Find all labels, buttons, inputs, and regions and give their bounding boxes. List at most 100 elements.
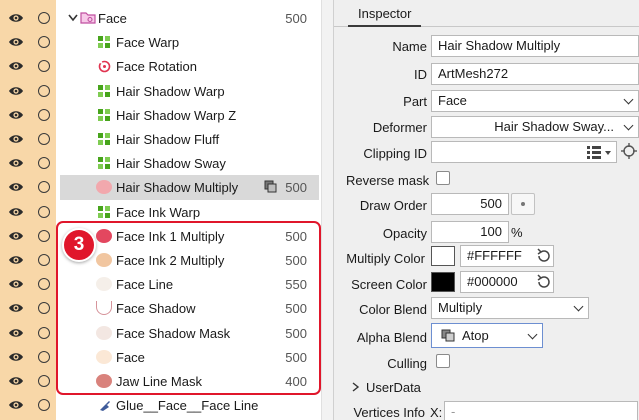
draw-order-label: Draw Order <box>359 198 427 213</box>
opacity-unit: % <box>511 225 523 240</box>
deformer-select[interactable]: Hair Shadow Sway... <box>431 116 639 138</box>
tab-inspector[interactable]: Inspector <box>348 4 422 27</box>
reverse-mask-checkbox[interactable] <box>436 171 450 185</box>
lock-toggle-icon[interactable] <box>38 254 50 266</box>
tree-row-label: Face <box>98 11 127 26</box>
userdata-section-label[interactable]: UserData <box>366 380 421 395</box>
blend-atop-icon <box>441 329 455 342</box>
reset-icon[interactable] <box>534 272 554 292</box>
draw-order-field[interactable]: 500 <box>431 193 509 215</box>
tree-row-label: Hair Shadow Sway <box>116 156 226 172</box>
visibility-eye-icon[interactable] <box>8 11 24 25</box>
lock-toggle-icon[interactable] <box>38 36 50 49</box>
tree-row-label: Hair Shadow Warp <box>116 83 225 99</box>
part-select-value: Face <box>438 93 467 108</box>
chevron-right-icon[interactable] <box>352 382 360 392</box>
vertices-x-label: X: <box>430 405 443 420</box>
rotation-deformer-icon <box>98 60 111 73</box>
tree-row[interactable]: Glue__Face__Face Line <box>0 393 333 417</box>
name-field[interactable]: Hair Shadow Multiply <box>431 35 639 57</box>
tree-row[interactable]: Hair Shadow Warp Z <box>0 103 333 127</box>
visibility-eye-icon[interactable] <box>8 326 24 340</box>
part-select[interactable]: Face <box>431 90 639 112</box>
chevron-down-icon[interactable] <box>68 14 78 22</box>
lock-toggle-icon[interactable] <box>38 375 50 387</box>
list-menu-icon[interactable] <box>586 145 612 159</box>
draw-order-value: 500 <box>285 11 307 26</box>
warp-deformer-icon <box>98 108 110 121</box>
lock-toggle-icon[interactable] <box>38 302 50 315</box>
tree-row-label: Hair Shadow Fluff <box>116 132 220 147</box>
culling-checkbox[interactable] <box>436 354 450 368</box>
folder-icon <box>80 12 96 24</box>
chevron-down-icon <box>623 94 634 105</box>
vertices-info-label: Vertices Info <box>353 405 425 420</box>
warp-deformer-icon <box>98 84 110 97</box>
lock-toggle-icon[interactable] <box>38 12 50 24</box>
crosshair-icon[interactable] <box>621 143 637 159</box>
warp-deformer-icon <box>98 133 110 145</box>
lock-toggle-icon[interactable] <box>38 133 50 145</box>
multiply-color-swatch[interactable] <box>431 246 455 266</box>
lock-toggle-icon[interactable] <box>38 326 50 339</box>
lock-toggle-icon[interactable] <box>38 157 50 170</box>
tree-row-label: Glue__Face__Face Line <box>116 398 259 414</box>
chevron-down-icon <box>573 301 584 312</box>
tree-row[interactable]: Face Warp <box>0 30 333 54</box>
part-label: Part <box>403 94 427 109</box>
lock-toggle-icon[interactable] <box>38 350 50 363</box>
tree-scrollbar[interactable] <box>321 0 333 420</box>
tree-row[interactable]: Hair Shadow Fluff <box>0 127 333 151</box>
tree-row-label: Face Rotation <box>116 59 197 75</box>
visibility-eye-icon[interactable] <box>8 253 24 267</box>
visibility-eye-icon[interactable] <box>8 229 24 243</box>
name-label: Name <box>392 39 427 54</box>
visibility-eye-icon[interactable] <box>8 205 24 219</box>
draw-order-options-button[interactable] <box>511 193 535 215</box>
visibility-eye-icon[interactable] <box>8 108 24 122</box>
tree-row-label: Hair Shadow Multiply <box>116 180 239 196</box>
inspector-tab-bar: Inspector <box>334 0 639 27</box>
visibility-eye-icon[interactable] <box>8 374 24 388</box>
tree-row[interactable]: Hair Shadow Sway <box>0 151 333 175</box>
opacity-field[interactable]: 100 <box>431 221 509 243</box>
lock-toggle-icon[interactable] <box>38 84 50 97</box>
warp-deformer-icon <box>98 36 110 49</box>
visibility-eye-icon[interactable] <box>8 59 24 73</box>
deformer-select-value: Hair Shadow Sway... <box>494 119 614 134</box>
color-blend-select[interactable]: Multiply <box>431 297 589 319</box>
culling-label: Culling <box>387 356 427 371</box>
id-field[interactable]: ArtMesh272 <box>431 63 639 85</box>
chevron-down-icon <box>527 329 538 340</box>
tree-row[interactable]: Face Rotation <box>0 54 333 78</box>
visibility-eye-icon[interactable] <box>8 398 24 412</box>
step-number-badge: 3 <box>62 228 96 262</box>
lock-toggle-icon[interactable] <box>38 229 50 242</box>
vertices-x-field[interactable]: - <box>444 401 638 420</box>
visibility-eye-icon[interactable] <box>8 350 24 364</box>
screen-color-swatch[interactable] <box>431 272 455 292</box>
alpha-blend-value: Atop <box>462 328 489 343</box>
tree-row-label: Hair Shadow Warp Z <box>116 107 237 123</box>
lock-toggle-icon[interactable] <box>38 399 50 412</box>
lock-toggle-icon[interactable] <box>38 181 50 194</box>
visibility-eye-icon[interactable] <box>8 156 24 170</box>
lock-toggle-icon[interactable] <box>38 278 50 291</box>
screen-color-label: Screen Color <box>351 277 427 292</box>
tree-row[interactable]: Hair Shadow Multiply 500 <box>0 175 333 200</box>
layer-stack-icon <box>264 180 277 193</box>
visibility-eye-icon[interactable] <box>8 132 24 146</box>
opacity-label: Opacity <box>382 226 427 241</box>
visibility-eye-icon[interactable] <box>8 35 24 49</box>
lock-toggle-icon[interactable] <box>38 60 50 73</box>
visibility-eye-icon[interactable] <box>8 180 24 194</box>
reset-icon[interactable] <box>534 246 554 266</box>
lock-toggle-icon[interactable] <box>38 205 50 218</box>
visibility-eye-icon[interactable] <box>8 84 24 98</box>
tree-row[interactable]: Hair Shadow Warp <box>0 79 333 103</box>
visibility-eye-icon[interactable] <box>8 277 24 291</box>
visibility-eye-icon[interactable] <box>8 301 24 315</box>
tree-row-label: Face Warp <box>116 35 180 51</box>
tree-row[interactable]: Face 500 <box>0 6 333 30</box>
lock-toggle-icon[interactable] <box>38 108 50 121</box>
